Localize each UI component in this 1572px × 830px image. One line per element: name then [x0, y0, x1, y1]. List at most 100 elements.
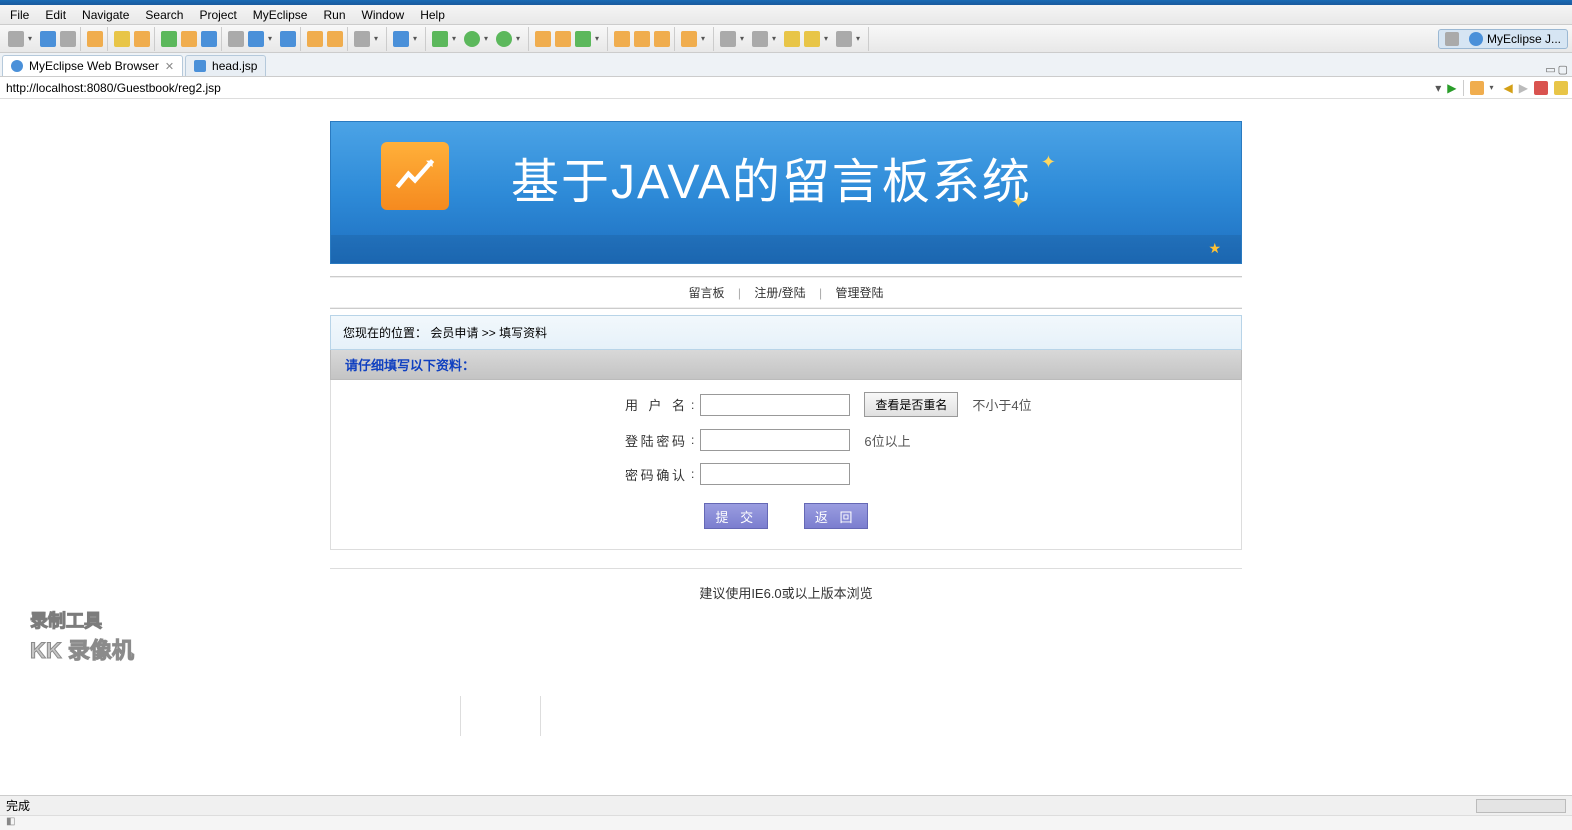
menu-search[interactable]: Search: [137, 6, 191, 24]
dropdown-arrow-icon[interactable]: ▾: [824, 34, 832, 43]
sparkle-icon: ✦: [1041, 152, 1056, 173]
recorder-watermark: 录制工具 KK 录像机: [30, 607, 134, 665]
link-icon[interactable]: [634, 31, 650, 47]
proj-icon[interactable]: [535, 31, 551, 47]
dropdown-arrow-icon[interactable]: ▾: [484, 34, 492, 43]
new-icon[interactable]: [8, 31, 24, 47]
tab-label: MyEclipse Web Browser: [29, 59, 159, 73]
nav-register-login[interactable]: 注册/登陆: [750, 286, 809, 300]
menu-help[interactable]: Help: [412, 6, 453, 24]
run-ext-icon[interactable]: [496, 31, 512, 47]
save-all-icon[interactable]: [60, 31, 76, 47]
close-icon[interactable]: ✕: [165, 60, 174, 73]
menu-project[interactable]: Project: [191, 6, 244, 24]
db-icon[interactable]: [201, 31, 217, 47]
folder2-icon[interactable]: [327, 31, 343, 47]
breadcrumb-arrow: >>: [482, 326, 496, 340]
watermark-line2: KK 录像机: [30, 633, 134, 665]
menu-window[interactable]: Window: [354, 6, 413, 24]
folder-open-icon[interactable]: [614, 31, 630, 47]
reload-icon[interactable]: [1554, 81, 1568, 95]
menu-myeclipse[interactable]: MyEclipse: [245, 6, 316, 24]
confirm-password-input[interactable]: [700, 463, 850, 485]
deploy-icon[interactable]: [181, 31, 197, 47]
proj2-icon[interactable]: [555, 31, 571, 47]
globe-icon[interactable]: [134, 31, 150, 47]
folder3-icon[interactable]: [654, 31, 670, 47]
tab-web-browser[interactable]: MyEclipse Web Browser ✕: [2, 55, 183, 76]
nav-back-icon[interactable]: ◀: [1504, 81, 1513, 95]
url-dropdown-icon[interactable]: ▾: [1435, 81, 1441, 95]
dropdown-arrow-icon[interactable]: ▾: [856, 34, 864, 43]
perspective-switcher[interactable]: MyEclipse J...: [1438, 29, 1568, 49]
perspective-open-icon[interactable]: [1445, 32, 1459, 46]
dropdown-arrow-icon[interactable]: ▾: [772, 34, 780, 43]
row-confirm: 密码确认:: [331, 457, 1241, 491]
dropdown-arrow-icon[interactable]: ▾: [374, 34, 382, 43]
bottom-extra: [330, 696, 1242, 736]
package-icon[interactable]: [87, 31, 103, 47]
redo-icon[interactable]: [752, 31, 768, 47]
menu-file[interactable]: File: [2, 6, 37, 24]
nav-admin-login[interactable]: 管理登陆: [831, 286, 887, 300]
maximize-icon[interactable]: ▢: [1558, 63, 1568, 76]
menu-edit[interactable]: Edit: [37, 6, 74, 24]
label-confirm: 密码确认: [625, 465, 685, 484]
button-row: 提 交 返 回: [331, 491, 1241, 529]
dropdown-arrow-icon[interactable]: ▾: [413, 34, 421, 43]
dropdown-arrow-icon[interactable]: ▾: [452, 34, 460, 43]
favorite-icon[interactable]: [1470, 81, 1484, 95]
check-duplicate-button[interactable]: 查看是否重名: [864, 392, 958, 417]
watermark-line1: 录制工具: [30, 607, 134, 633]
gear-icon[interactable]: [393, 31, 409, 47]
dropdown-arrow-icon[interactable]: ▾: [1490, 83, 1498, 92]
debug-icon[interactable]: [432, 31, 448, 47]
earth-icon[interactable]: [280, 31, 296, 47]
breadcrumb-prefix: 您现在的位置：: [343, 326, 427, 340]
dropdown-arrow-icon[interactable]: ▾: [595, 34, 603, 43]
toggle-icon[interactable]: [228, 31, 244, 47]
username-input[interactable]: [700, 394, 850, 416]
quick-icon[interactable]: ◧: [6, 816, 15, 827]
folder-icon[interactable]: [307, 31, 323, 47]
nav-board[interactable]: 留言板: [685, 286, 729, 300]
menu-run[interactable]: Run: [315, 6, 353, 24]
password-input[interactable]: [700, 429, 850, 451]
breadcrumb: 您现在的位置： 会员申请 >> 填写资料: [330, 315, 1242, 350]
dropdown-arrow-icon[interactable]: ▾: [268, 34, 276, 43]
refresh-icon[interactable]: [575, 31, 591, 47]
globe2-icon[interactable]: [248, 31, 264, 47]
sparkle-icon: ✦: [1011, 192, 1026, 213]
minimize-icon[interactable]: ▭: [1545, 63, 1555, 76]
colon: :: [691, 433, 694, 447]
tab-label: head.jsp: [212, 59, 257, 73]
go-icon[interactable]: ▶: [1447, 81, 1456, 95]
dropdown-arrow-icon[interactable]: ▾: [740, 34, 748, 43]
site-nav: 留言板 | 注册/登陆 | 管理登陆: [330, 276, 1242, 309]
run-icon[interactable]: [464, 31, 480, 47]
server-icon[interactable]: [161, 31, 177, 47]
undo-icon[interactable]: [720, 31, 736, 47]
status-bar: 完成: [0, 795, 1572, 815]
nav-icon[interactable]: [681, 31, 697, 47]
wizard-icon[interactable]: [114, 31, 130, 47]
dropdown-arrow-icon[interactable]: ▾: [701, 34, 709, 43]
save-icon[interactable]: [40, 31, 56, 47]
dropdown-arrow-icon[interactable]: ▾: [516, 34, 524, 43]
browser-viewport: 基于JAVA的留言板系统 ✦ ✦ ★ 留言板 | 注册/登陆 | 管理登陆 您现…: [0, 109, 1572, 795]
site-banner: 基于JAVA的留言板系统 ✦ ✦ ★: [330, 121, 1242, 264]
hint-username: 不小于4位: [972, 395, 1031, 414]
dropdown-arrow-icon[interactable]: ▾: [28, 34, 36, 43]
menu-navigate[interactable]: Navigate: [74, 6, 137, 24]
row-username: 用 户 名: 查看是否重名 不小于4位: [331, 386, 1241, 423]
back-button[interactable]: 返 回: [804, 503, 868, 529]
tab-head-jsp[interactable]: head.jsp: [185, 55, 266, 76]
left-icon[interactable]: [804, 31, 820, 47]
stop-icon[interactable]: [1534, 81, 1548, 95]
right-icon[interactable]: [836, 31, 852, 47]
camera-icon[interactable]: [354, 31, 370, 47]
nav-forward-icon[interactable]: ▶: [1519, 81, 1528, 95]
url-input[interactable]: [4, 79, 1435, 97]
submit-button[interactable]: 提 交: [704, 503, 768, 529]
back-arrow-icon[interactable]: [784, 31, 800, 47]
